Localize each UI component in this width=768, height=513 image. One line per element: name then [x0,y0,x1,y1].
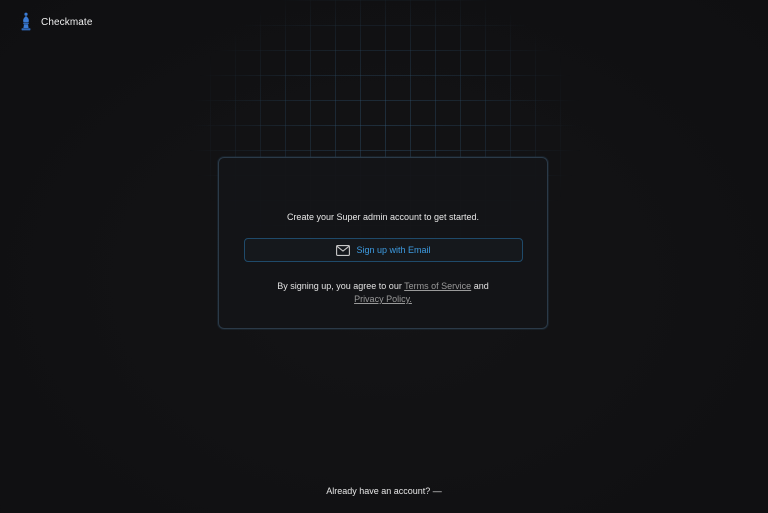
legal-prefix: By signing up, you agree to our [277,281,402,291]
privacy-policy-link[interactable]: Privacy Policy. [354,294,412,304]
brand-name: Checkmate [41,16,93,28]
signup-email-button[interactable]: Sign up with Email [244,238,523,262]
legal-conjunction: and [473,281,489,291]
card-heading: Create your Super admin account to get s… [286,212,480,222]
legal-text: By signing up, you agree to our Terms of… [219,280,547,306]
mail-icon [336,244,351,256]
login-prompt[interactable]: Already have an account? — [0,486,768,496]
terms-of-service-link[interactable]: Terms of Service [404,281,471,291]
brand: Checkmate [19,12,92,32]
chess-bishop-icon [21,12,31,31]
signup-page: Checkmate Create your Super admin accoun… [0,0,768,513]
signup-card: Create your Super admin account to get s… [218,157,548,329]
signup-email-label: Sign up with Email [356,245,431,255]
